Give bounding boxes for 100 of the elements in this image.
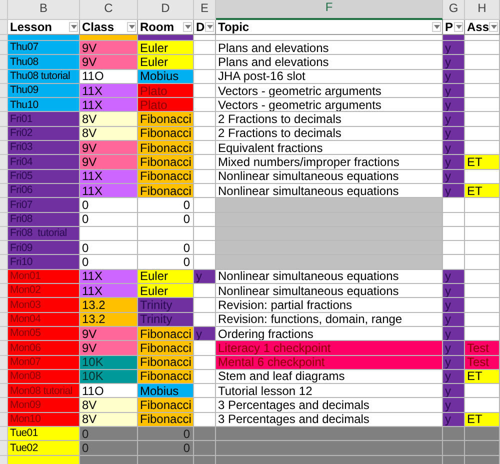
column-header[interactable]: G <box>443 0 465 20</box>
lesson-cell: Fri06 <box>8 184 80 198</box>
class-cell: 8V <box>80 112 138 127</box>
lesson-cell: Mon01 <box>8 270 80 284</box>
class-cell: 11O <box>80 70 138 84</box>
class-cell: 9V <box>80 326 138 342</box>
class-cell: 9V <box>80 141 138 156</box>
lesson-cell: Mon10 <box>8 412 80 428</box>
column-header[interactable]: C <box>80 0 138 20</box>
lesson-cell: Fri09 <box>8 241 80 256</box>
topic-cell: Nonlinear simultaneous equations <box>216 284 443 298</box>
room-cell: Fibonacci <box>138 412 194 428</box>
flag-cell: y <box>443 84 465 98</box>
class-cell: 11X <box>80 84 138 98</box>
lesson-cell: Tue02 <box>8 441 80 456</box>
column-title: Class <box>81 21 114 33</box>
flag-cell: y <box>443 384 465 398</box>
column-header[interactable]: D <box>138 0 194 20</box>
dropdown-icon <box>128 25 134 29</box>
room-cell: Fibonacci <box>138 126 194 142</box>
filter-button[interactable] <box>127 22 136 32</box>
column-header[interactable]: F <box>216 0 443 20</box>
room-cell: Fibonacci <box>138 170 194 184</box>
filter-button[interactable] <box>183 22 192 32</box>
lesson-cell: Fri03 <box>8 141 80 156</box>
room-cell: 0 <box>138 198 194 213</box>
lesson-cell: Tue01 <box>8 427 80 442</box>
topic-cell: Plans and elevations <box>216 55 443 70</box>
filter-button[interactable] <box>69 22 78 32</box>
flag-cell: y <box>443 398 465 413</box>
filter-button[interactable] <box>454 22 463 32</box>
dropdown-icon <box>434 25 440 29</box>
room-cell: Fibonacci <box>138 356 194 370</box>
class-cell: 0 <box>80 255 138 270</box>
room-cell: Mobius <box>138 384 194 398</box>
room-cell: Mobius <box>138 70 194 84</box>
room-cell: Fibonacci <box>138 141 194 156</box>
flag-cell: y <box>443 184 465 198</box>
assessment-cell: Test <box>465 356 500 370</box>
room-cell: Fibonacci <box>138 398 194 413</box>
class-cell: 8V <box>80 398 138 413</box>
column-header[interactable]: H <box>465 0 500 20</box>
class-cell: 13.2 <box>80 312 138 327</box>
class-cell: 10K <box>80 356 138 370</box>
lesson-cell: Thu10 <box>8 98 80 112</box>
room-cell: Euler <box>138 284 194 298</box>
flag-cell: y <box>443 112 465 127</box>
flag-cell: y <box>194 326 216 342</box>
flag-cell: y <box>443 98 465 112</box>
lesson-cell: Mon07 <box>8 356 80 370</box>
lesson-cell: Mon09 <box>8 398 80 413</box>
class-cell: 0 <box>80 212 138 227</box>
lesson-cell: Thu08 tutorial <box>8 70 80 84</box>
class-cell: 0 <box>80 427 138 442</box>
topic-cell: Tutorial lesson 12 <box>216 384 443 398</box>
lesson-cell: Mon06 <box>8 341 80 356</box>
flag-cell: y <box>443 284 465 298</box>
topic-cell: Equivalent fractions <box>216 141 443 156</box>
lesson-cell: Fri02 <box>8 126 80 142</box>
flag-cell: y <box>443 326 465 342</box>
room-cell: Fibonacci <box>138 370 194 384</box>
lesson-cell: Fri04 <box>8 155 80 170</box>
room-cell: 0 <box>138 255 194 270</box>
column-title: D <box>195 21 205 33</box>
flag-cell: y <box>443 126 465 142</box>
room-cell: Fibonacci <box>138 326 194 342</box>
column-header[interactable]: E <box>194 0 216 20</box>
filter-button[interactable] <box>205 22 214 32</box>
class-cell: 11X <box>80 170 138 184</box>
assessment-cell: ET <box>465 155 500 170</box>
topic-cell: Revision: functions, domain, range <box>216 312 443 327</box>
lesson-cell: Fri08 <box>8 212 80 227</box>
room-cell: Fibonacci <box>138 184 194 198</box>
column-title: Topic <box>217 21 250 33</box>
column-header[interactable]: B <box>8 0 80 20</box>
flag-cell: y <box>443 356 465 370</box>
filter-button[interactable] <box>489 22 498 32</box>
flag-cell: y <box>443 70 465 84</box>
topic-cell: 3 Percentages and decimals <box>216 412 443 428</box>
class-cell: 8V <box>80 412 138 428</box>
dropdown-icon <box>184 25 190 29</box>
lesson-cell: Mon02 <box>8 284 80 298</box>
topic-cell: Nonlinear simultaneous equations <box>216 270 443 284</box>
class-cell: 0 <box>80 198 138 213</box>
room-cell: 0 <box>138 441 194 456</box>
filter-button[interactable] <box>432 22 441 32</box>
assessment-cell: ET <box>465 184 500 198</box>
topic-cell: Nonlinear simultaneous equations <box>216 170 443 184</box>
class-cell: 9V <box>80 41 138 56</box>
column-title: Room <box>139 21 174 33</box>
topic-cell: 2 Fractions to decimals <box>216 112 443 127</box>
topic-cell: Stem and leaf diagrams <box>216 370 443 384</box>
class-cell: 9V <box>80 341 138 356</box>
lesson-cell: Mon05 <box>8 326 80 342</box>
lesson-cell: Mon08 tutorial <box>8 384 80 398</box>
flag-cell: y <box>443 55 465 70</box>
class-cell: 13.2 <box>80 298 138 313</box>
topic-cell: JHA post-16 slot <box>216 70 443 84</box>
class-cell: 0 <box>80 441 138 456</box>
room-cell: Euler <box>138 55 194 70</box>
